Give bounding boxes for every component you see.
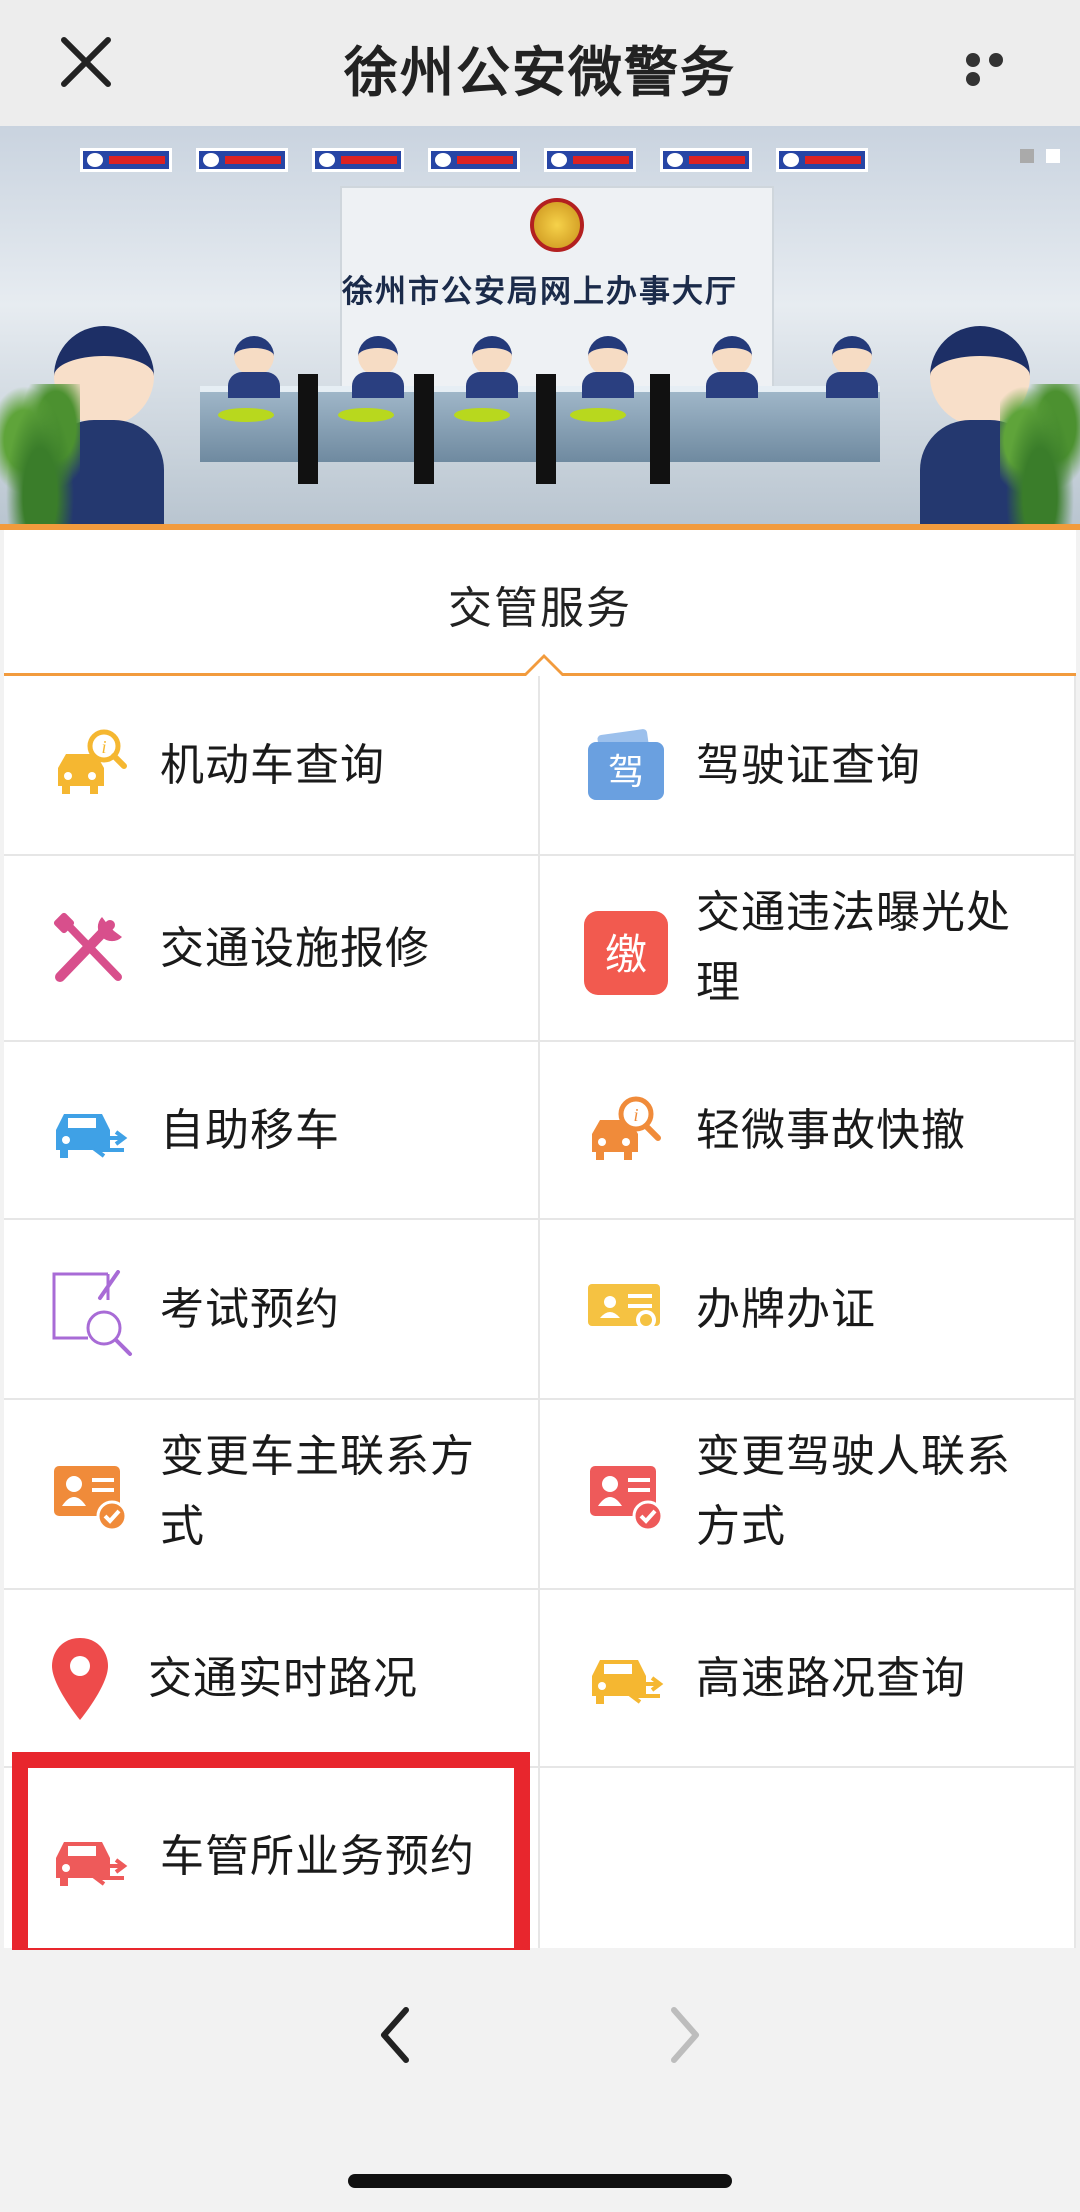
hall-banner[interactable]: 徐州市公安局网上办事大厅: [0, 126, 1080, 530]
tab-label: 交管服务: [448, 583, 632, 634]
svg-text:驾: 驾: [608, 752, 644, 793]
officer-figure: [826, 336, 878, 398]
service-label: 交通违法曝光处理: [696, 887, 1011, 1008]
officer-figure: [352, 336, 404, 398]
fine-payment-icon: 缴: [584, 911, 668, 995]
service-item-highway-traffic[interactable]: 高速路况查询: [540, 1590, 1076, 1768]
service-item-vehicle-query[interactable]: i 机动车查询: [4, 676, 540, 856]
svg-text:i: i: [101, 737, 106, 757]
service-item-minor-accident[interactable]: i 轻微事故快撤: [540, 1042, 1076, 1220]
home-indicator[interactable]: [348, 2174, 732, 2188]
service-item-self-move-car[interactable]: 自助移车: [4, 1042, 540, 1220]
accident-icon: i: [592, 1096, 661, 1160]
service-item-facility-repair[interactable]: 交通设施报修: [4, 856, 540, 1042]
service-item-plate-certificate[interactable]: 办牌办证: [540, 1220, 1076, 1400]
service-label: 轻微事故快撤: [696, 1105, 966, 1156]
service-item-exam-booking[interactable]: 考试预约: [4, 1220, 540, 1400]
service-label: 办牌办证: [696, 1284, 876, 1335]
car-move-icon: [56, 1114, 128, 1158]
service-label: 变更驾驶人联系方式: [696, 1431, 1011, 1552]
service-item-violation-exposure[interactable]: 缴 交通违法曝光处理: [540, 856, 1076, 1042]
service-item-driver-contact[interactable]: 变更驾驶人联系方式: [540, 1400, 1076, 1590]
service-label: 自助移车: [160, 1105, 340, 1156]
service-label: 车管所业务预约: [160, 1831, 475, 1882]
banner-hall-name: 徐州市公安局网上办事大厅: [342, 274, 738, 310]
officer-figure: [582, 336, 634, 398]
plate-certificate-icon: [588, 1284, 660, 1330]
service-item-license-query[interactable]: 驾 驾驶证查询: [540, 676, 1076, 856]
driver-license-icon: 驾: [588, 729, 664, 800]
dmv-booking-icon: [56, 1842, 128, 1886]
tab-traffic-services[interactable]: 交管服务: [4, 530, 1076, 676]
service-label: 交通实时路况: [148, 1653, 418, 1704]
service-label: 交通设施报修: [160, 923, 430, 974]
service-label: 驾驶证查询: [696, 740, 921, 791]
chevron-left-icon[interactable]: [370, 2000, 420, 2070]
service-item-realtime-traffic[interactable]: 交通实时路况: [4, 1590, 540, 1768]
driver-contact-icon: [590, 1466, 664, 1532]
officer-figure: [706, 336, 758, 398]
service-label: 机动车查询: [160, 740, 385, 791]
highway-car-icon: [592, 1660, 664, 1704]
slide-indicator: [1008, 148, 1060, 167]
officer-figure: [466, 336, 518, 398]
services-card: 交管服务 i 机动车查询 驾 驾驶证查询 交通设施报修 缴 交通违法曝光处理 自…: [4, 530, 1076, 1948]
service-label: 考试预约: [160, 1284, 340, 1335]
svg-text:缴: 缴: [605, 930, 647, 979]
chevron-right-icon[interactable]: [660, 2000, 710, 2070]
svg-text:i: i: [633, 1105, 638, 1125]
service-label: 变更车主联系方式: [160, 1431, 475, 1552]
exam-booking-icon: [52, 1270, 132, 1356]
top-nav-bar: 徐州公安微警务: [0, 0, 1080, 127]
service-item-dmv-booking[interactable]: 车管所业务预约: [4, 1768, 540, 1948]
location-pin-icon: [52, 1638, 108, 1720]
service-item-empty: [540, 1768, 1076, 1948]
service-label: 高速路况查询: [696, 1653, 966, 1704]
page-title: 徐州公安微警务: [344, 41, 736, 104]
service-item-owner-contact[interactable]: 变更车主联系方式: [4, 1400, 540, 1590]
more-icon[interactable]: [966, 52, 1032, 86]
officer-figure: [228, 336, 280, 398]
bottom-nav-bar: [0, 1950, 1080, 2212]
police-emblem-icon: [530, 198, 584, 252]
service-boards: [80, 148, 892, 176]
repair-tools-icon: [53, 912, 122, 982]
owner-contact-icon: [54, 1466, 128, 1532]
car-search-icon: i: [58, 729, 127, 794]
